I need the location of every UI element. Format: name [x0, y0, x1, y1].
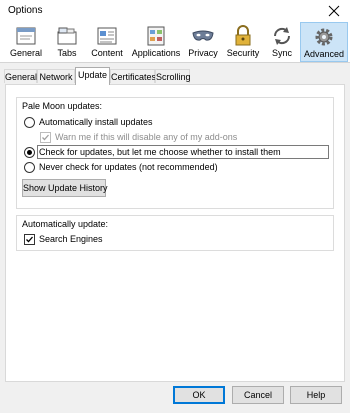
updates-group: Pale Moon updates: Automatically install… — [16, 97, 334, 209]
general-window-icon — [16, 27, 36, 45]
updates-group-label: Pale Moon updates: — [22, 101, 103, 111]
category-label: Applications — [131, 48, 181, 58]
category-label: Tabs — [57, 48, 77, 58]
warn-addons-label[interactable]: Warn me if this will disable any of my a… — [55, 132, 237, 142]
search-engines-checkbox[interactable] — [24, 234, 35, 245]
sync-icon — [273, 27, 291, 45]
category-label: Content — [91, 48, 123, 58]
help-button[interactable]: Help — [290, 386, 342, 404]
category-label: Advanced — [303, 49, 345, 59]
category-general-button[interactable]: General — [6, 22, 46, 62]
title-bar: Options — [0, 0, 350, 22]
tab-certificates[interactable]: Certificates — [110, 69, 156, 83]
update-tab-page: Pale Moon updates: Automatically install… — [5, 84, 345, 382]
auto-install-label[interactable]: Automatically install updates — [39, 117, 153, 127]
tab-update[interactable]: Update — [75, 67, 110, 85]
check-choose-radio[interactable] — [24, 147, 35, 158]
tabs-icon — [57, 27, 77, 45]
category-tabs-button[interactable]: Tabs — [48, 22, 86, 62]
advanced-panel: General Network Update Certificates Scro… — [0, 62, 350, 413]
category-label: Privacy — [188, 48, 218, 58]
applications-icon — [147, 26, 165, 46]
category-sync-button[interactable]: Sync — [266, 22, 298, 62]
category-content-button[interactable]: Content — [88, 22, 126, 62]
warn-addons-checkbox[interactable] — [40, 132, 51, 143]
category-privacy-button[interactable]: Privacy — [186, 22, 220, 62]
show-update-history-button[interactable]: Show Update History — [22, 179, 108, 197]
privacy-mask-icon — [192, 30, 214, 41]
checkmark-icon — [42, 134, 49, 141]
never-check-label[interactable]: Never check for updates (not recommended… — [39, 162, 218, 172]
auto-install-radio[interactable] — [24, 117, 35, 128]
tab-scrolling[interactable]: Scrolling — [155, 69, 191, 83]
search-engines-label[interactable]: Search Engines — [39, 234, 103, 244]
auto-update-group-label: Automatically update: — [22, 219, 109, 229]
auto-update-group: Automatically update: Search Engines — [16, 215, 334, 251]
category-applications-button[interactable]: Applications — [130, 22, 182, 62]
category-toolbar: General Tabs Content Applications Privac… — [0, 22, 350, 62]
gear-icon — [315, 28, 333, 46]
category-label: Security — [226, 48, 260, 58]
content-icon — [97, 27, 117, 45]
close-icon[interactable] — [326, 3, 342, 19]
tab-network[interactable]: Network — [37, 69, 75, 83]
category-label: General — [9, 48, 43, 58]
checkmark-icon — [26, 236, 33, 243]
never-check-radio[interactable] — [24, 162, 35, 173]
category-label: Sync — [271, 48, 292, 58]
check-choose-label[interactable]: Check for updates, but let me choose whe… — [39, 147, 281, 157]
cancel-button[interactable]: Cancel — [232, 386, 284, 404]
window-title: Options — [8, 5, 43, 16]
tab-general[interactable]: General — [4, 69, 37, 83]
category-advanced-button[interactable]: Advanced — [300, 22, 348, 62]
ok-button[interactable]: OK — [173, 386, 225, 404]
padlock-icon — [235, 25, 251, 46]
category-security-button[interactable]: Security — [224, 22, 262, 62]
